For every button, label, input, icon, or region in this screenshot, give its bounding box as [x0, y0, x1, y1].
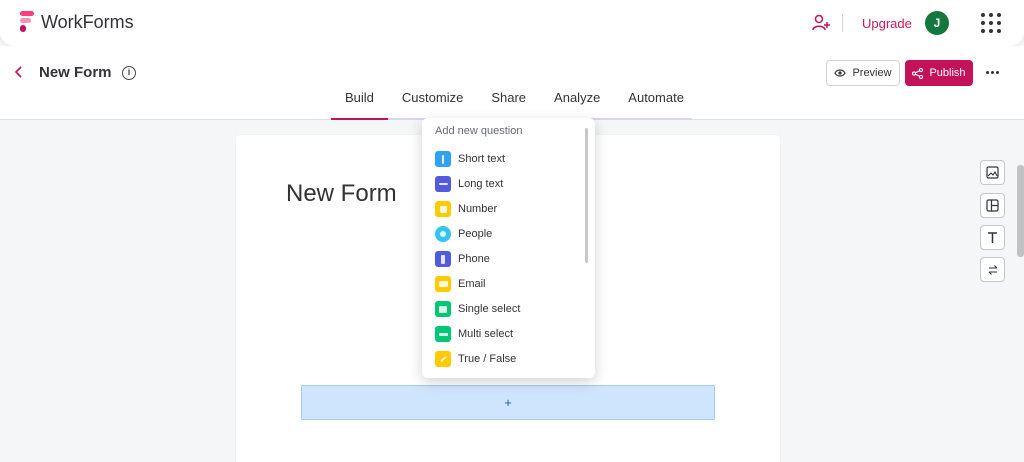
- tab-bar: Build Customize Share Analyze Automate: [331, 91, 698, 120]
- eye-icon: [834, 69, 847, 77]
- multi-select-icon: [435, 326, 451, 342]
- add-question-button[interactable]: +: [301, 385, 715, 420]
- publish-label: Publish: [929, 67, 966, 79]
- number-icon: [435, 201, 451, 217]
- menu-item-single-select[interactable]: Single select: [435, 300, 520, 318]
- share-icon: [912, 67, 924, 79]
- menu-item-label: Email: [458, 278, 486, 290]
- page-title[interactable]: New Form: [39, 64, 112, 81]
- menu-item-email[interactable]: Email: [435, 275, 486, 293]
- single-select-icon: [435, 301, 451, 317]
- image-icon: [986, 166, 999, 179]
- menu-item-label: Long text: [458, 178, 504, 190]
- apps-grid-icon[interactable]: [981, 13, 1001, 33]
- phone-icon: [435, 251, 451, 267]
- menu-item-label: Number: [458, 203, 498, 215]
- tab-build[interactable]: Build: [331, 91, 388, 120]
- short-text-icon: [435, 151, 451, 167]
- layout-button[interactable]: [980, 193, 1005, 218]
- more-options-icon[interactable]: [986, 71, 999, 74]
- menu-header: Add new question: [435, 125, 523, 137]
- tab-automate[interactable]: Automate: [614, 91, 698, 120]
- top-bar: WorkForms Upgrade J: [0, 0, 1024, 46]
- menu-item-label: People: [458, 228, 493, 240]
- menu-item-label: True / False: [458, 353, 517, 365]
- menu-scrollbar[interactable]: [585, 128, 588, 263]
- long-text-icon: [435, 176, 451, 192]
- page-scrollbar[interactable]: [1017, 165, 1024, 257]
- publish-button[interactable]: Publish: [905, 60, 973, 86]
- menu-item-multi-select[interactable]: Multi select: [435, 325, 513, 343]
- info-icon[interactable]: i: [122, 66, 136, 80]
- menu-item-label: Short text: [458, 153, 506, 165]
- upgrade-link[interactable]: Upgrade: [862, 16, 912, 31]
- add-image-button[interactable]: [980, 160, 1005, 185]
- people-icon: [435, 226, 451, 242]
- form-header: New Form i Preview Publish Build Customi…: [0, 46, 1024, 120]
- menu-item-phone[interactable]: Phone: [435, 250, 490, 268]
- transfer-icon: [988, 264, 997, 275]
- menu-item-label: Phone: [458, 253, 490, 265]
- menu-item-long-text[interactable]: Long text: [435, 175, 503, 193]
- form-title[interactable]: New Form: [286, 180, 397, 208]
- avatar[interactable]: J: [925, 11, 949, 35]
- menu-item-label: Single select: [458, 303, 521, 315]
- true-false-icon: [435, 351, 451, 367]
- invite-user-icon[interactable]: [811, 13, 831, 33]
- back-arrow-icon[interactable]: [12, 65, 26, 79]
- tab-customize[interactable]: Customize: [388, 91, 477, 120]
- add-question-menu: Add new question Short text Long text Nu…: [422, 118, 595, 378]
- divider: [842, 14, 843, 32]
- menu-item-people[interactable]: People: [435, 225, 492, 243]
- app-name: WorkForms: [41, 12, 134, 32]
- workforms-logo: [20, 11, 34, 32]
- menu-item-true-false[interactable]: True / False: [435, 350, 516, 368]
- preview-button[interactable]: Preview: [826, 60, 900, 86]
- menu-item-short-text[interactable]: Short text: [435, 150, 505, 168]
- layout-icon: [986, 199, 999, 212]
- tab-analyze[interactable]: Analyze: [540, 91, 614, 120]
- preview-label: Preview: [852, 67, 892, 79]
- transfer-button[interactable]: [980, 257, 1005, 282]
- menu-item-label: Multi select: [458, 328, 514, 340]
- tab-share[interactable]: Share: [477, 91, 540, 120]
- text-icon: [988, 232, 997, 243]
- email-icon: [435, 276, 451, 292]
- add-text-button[interactable]: [980, 225, 1005, 250]
- menu-item-number[interactable]: Number: [435, 200, 497, 218]
